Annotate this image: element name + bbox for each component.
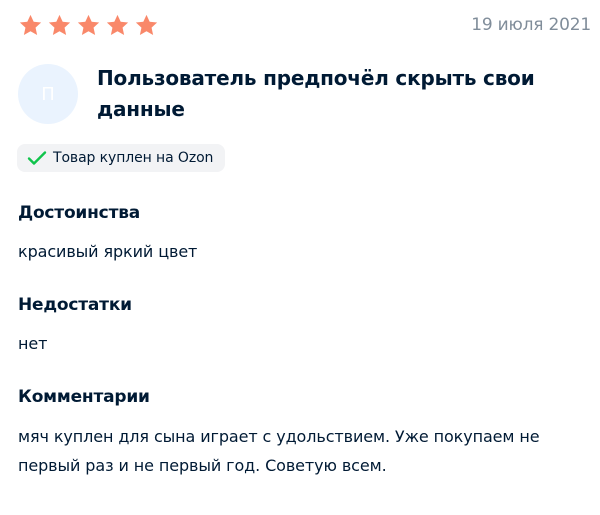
star-icon bbox=[135, 14, 158, 35]
cons-text: нет bbox=[18, 334, 48, 353]
purchase-badge: Товар куплен на Ozon bbox=[17, 144, 226, 172]
review-card: 19 июля 2021 П Пользователь предпочёл ск… bbox=[0, 0, 600, 515]
pros-text: красивый яркий цвет bbox=[18, 242, 198, 261]
comment-text: мяч куплен для сына играет с удольствием… bbox=[18, 427, 540, 475]
star-icon bbox=[77, 14, 100, 35]
purchase-badge-label: Товар куплен на Ozon bbox=[53, 150, 214, 166]
cons-title: Недостатки bbox=[18, 295, 132, 315]
rating-stars bbox=[18, 13, 159, 38]
checkmark-icon bbox=[27, 151, 47, 165]
author-name: Пользователь предпочёл скрыть свои данны… bbox=[97, 66, 535, 121]
pros-title: Достоинства bbox=[18, 203, 141, 223]
avatar[interactable]: П bbox=[18, 64, 78, 124]
star-icon bbox=[106, 14, 129, 35]
comment-title: Комментарии bbox=[18, 387, 150, 407]
avatar-initial: П bbox=[41, 83, 55, 105]
star-icon bbox=[48, 14, 71, 35]
review-date: 19 июля 2021 bbox=[471, 15, 591, 35]
star-icon bbox=[19, 14, 42, 35]
